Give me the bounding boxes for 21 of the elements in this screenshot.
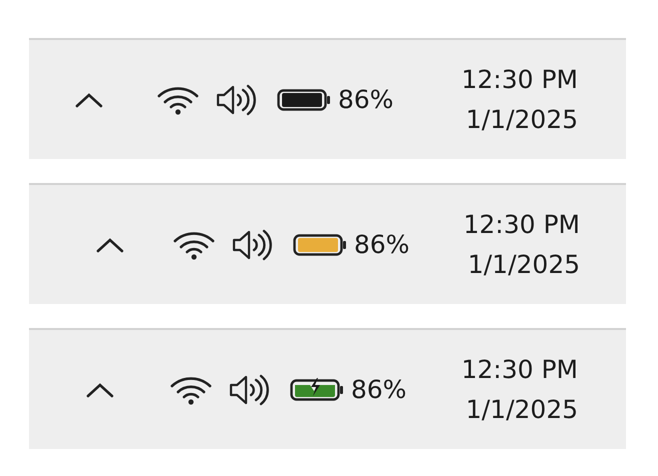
chevron-up-icon[interactable] (74, 90, 104, 108)
wifi-icon[interactable] (157, 84, 199, 114)
chevron-up-icon[interactable] (95, 236, 125, 254)
battery-icon[interactable] (277, 88, 331, 112)
battery-percentage: 86% (354, 230, 410, 259)
speaker-icon[interactable] (215, 84, 257, 116)
charging-battery-icon[interactable] (290, 378, 344, 402)
wifi-icon[interactable] (170, 374, 212, 404)
wifi-icon[interactable] (173, 230, 215, 260)
clock-time[interactable]: 12:30 PM (463, 208, 580, 240)
clock-time[interactable]: 12:30 PM (461, 64, 578, 96)
battery-percentage: 86% (338, 85, 394, 114)
battery-percentage: 86% (351, 375, 407, 404)
battery-icon[interactable] (293, 232, 347, 256)
clock-time[interactable]: 12:30 PM (461, 354, 578, 386)
chevron-up-icon[interactable] (85, 380, 115, 398)
clock-date[interactable]: 1/1/2025 (468, 248, 580, 280)
speaker-icon[interactable] (231, 228, 273, 260)
clock-date[interactable]: 1/1/2025 (466, 104, 578, 136)
clock-date[interactable]: 1/1/2025 (466, 394, 578, 426)
speaker-icon[interactable] (228, 374, 270, 406)
